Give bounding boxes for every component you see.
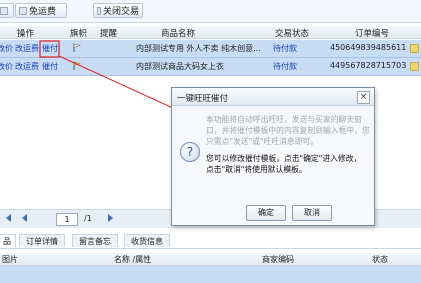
- memo-icon[interactable]: [410, 44, 419, 53]
- page-input[interactable]: 1: [56, 213, 78, 226]
- change-fee-link[interactable]: 改运费: [15, 43, 39, 54]
- next-page-icon[interactable]: [108, 214, 113, 222]
- trade-status: 待付款: [273, 62, 297, 71]
- header-image: 图片: [2, 255, 18, 264]
- dialog-description: 本功能将自动呼出旺旺，发送与买家的聊天窗口，并将催付模板中的内容复制到输入框中，…: [206, 115, 370, 146]
- table-row[interactable]: 改价 改运费 催付 内部测试专用 外人不卖 纯木创意... 待付款 450649…: [0, 40, 421, 58]
- header-flag: 旗帜: [70, 29, 88, 39]
- detail-row[interactable]: [0, 266, 421, 283]
- header-status: 交易状态: [275, 29, 310, 39]
- header-merchant-code: 商家编码: [262, 255, 294, 264]
- tab-memo[interactable]: 留言备忘: [72, 234, 118, 247]
- tab-order-detail[interactable]: 订单详情: [19, 234, 65, 247]
- urge-pay-link[interactable]: 催付: [42, 43, 58, 54]
- product-name: 内部测试商品大码女上衣: [136, 62, 224, 71]
- close-icon[interactable]: ×: [357, 91, 370, 104]
- header-remind: 提醒: [100, 29, 118, 39]
- order-table-header: 操作 旗帜 提醒 商品名称 交易状态 订单编号: [0, 26, 421, 39]
- change-price-link[interactable]: 改价: [0, 43, 13, 54]
- order-number: 449567828715703: [330, 61, 407, 70]
- header-state: 状态: [372, 255, 388, 264]
- detail-table-header: 图片 名称 /属性 商家编码 状态: [0, 253, 421, 266]
- header-name-attr: 名称 /属性: [114, 255, 152, 264]
- prev-page-icon[interactable]: [22, 214, 27, 222]
- header-order-no: 订单编号: [355, 29, 390, 39]
- total-pages: /1: [84, 214, 92, 223]
- dialog-message: 本功能将自动呼出旺旺，发送与买家的聊天窗口，并将催付模板中的内容复制到输入框中，…: [206, 114, 370, 175]
- dialog-instruction-2: 点击"取消"将使用默认模板。: [206, 165, 307, 174]
- trade-status: 待付款: [273, 44, 297, 53]
- dialog-titlebar: 一键旺旺催付 ×: [172, 88, 374, 106]
- urge-pay-dialog: 一键旺旺催付 × ? 本功能将自动呼出旺旺，发送与买家的聊天窗口，并将催付模板中…: [171, 87, 375, 226]
- detail-tabs: 品 订单详情 留言备忘 收货信息: [0, 234, 421, 249]
- cancel-button[interactable]: 取消: [292, 205, 332, 221]
- question-icon: ?: [180, 142, 200, 162]
- toolbar-icon: [0, 6, 8, 15]
- change-price-link[interactable]: 改价: [0, 61, 13, 72]
- shipping-icon: [19, 6, 27, 15]
- free-shipping-label: 免运费: [29, 7, 57, 17]
- urge-pay-link[interactable]: 催付: [42, 61, 58, 72]
- first-page-icon[interactable]: [6, 214, 11, 222]
- header-product: 商品名称: [161, 29, 196, 39]
- tab-shipping-info[interactable]: 收货信息: [124, 234, 170, 247]
- close-trade-button[interactable]: 关闭交易: [93, 3, 143, 18]
- dialog-instruction-1: 您可以修改催付模板，点击"确定"进入修改，: [206, 154, 362, 163]
- tab-items[interactable]: 品: [0, 234, 16, 247]
- change-fee-link[interactable]: 改运费: [15, 61, 39, 72]
- free-shipping-button[interactable]: 免运费: [15, 3, 67, 18]
- close-trade-label: 关闭交易: [102, 7, 139, 17]
- memo-icon[interactable]: [410, 62, 419, 71]
- order-number: 450649839485611: [330, 43, 407, 52]
- dialog-title: 一键旺旺催付: [177, 94, 229, 104]
- header-action: 操作: [17, 29, 35, 39]
- table-row[interactable]: 改价 改运费 催付 内部测试商品大码女上衣 待付款 44956782871570…: [0, 58, 421, 76]
- flag-icon[interactable]: [73, 61, 81, 70]
- toolbar-partial-button[interactable]: [0, 3, 14, 18]
- flag-icon[interactable]: [73, 43, 81, 52]
- ok-button[interactable]: 确定: [246, 205, 286, 221]
- product-name: 内部测试专用 外人不卖 纯木创意...: [136, 44, 261, 53]
- close-trade-icon: [97, 6, 101, 15]
- toolbar: 免运费 关闭交易: [0, 0, 421, 23]
